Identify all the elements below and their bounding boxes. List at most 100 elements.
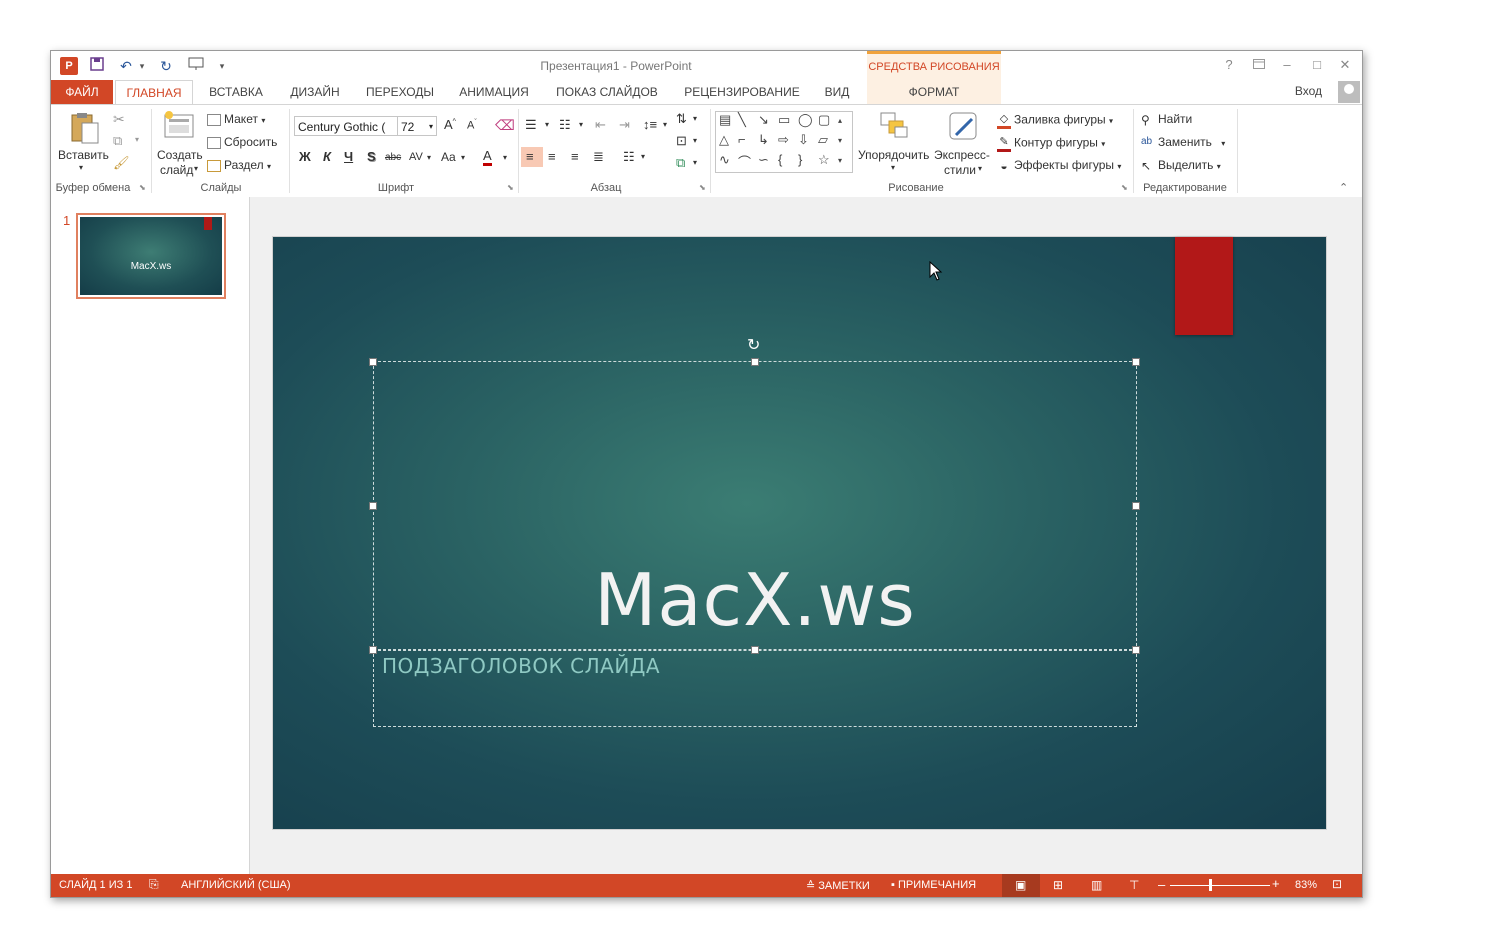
title-placeholder[interactable]: MacX.ws — [373, 361, 1137, 651]
line-spacing-icon[interactable]: ↕≡ — [643, 117, 657, 132]
text-direction-dropdown-icon[interactable]: ▾ — [693, 114, 697, 123]
slide-thumbnail[interactable]: MacX.ws — [76, 213, 226, 299]
tab-design[interactable]: ДИЗАЙН — [279, 80, 351, 104]
align-text-icon[interactable]: ⊡ — [676, 133, 687, 149]
slide-title[interactable]: MacX.ws — [374, 558, 1136, 642]
font-family-box[interactable]: Century Gothic ( — [294, 116, 398, 136]
align-right-icon[interactable]: ≡ — [571, 149, 579, 164]
slide-sorter-view-button[interactable]: ⊞ — [1040, 874, 1078, 897]
copy-dropdown-icon[interactable]: ▾ — [135, 135, 139, 144]
freeform-shape-icon[interactable]: ∿ — [719, 152, 730, 168]
resize-handle[interactable] — [751, 646, 759, 654]
tab-home[interactable]: ГЛАВНАЯ — [115, 80, 193, 105]
smartart-icon[interactable]: ⧉ — [676, 155, 685, 171]
shape-effects-button[interactable]: ◒ Эффекты фигуры ▾ — [997, 158, 1121, 173]
comments-button[interactable]: ▪ ПРИМЕЧАНИЯ — [891, 879, 976, 891]
slideshow-view-button[interactable]: ⊤ — [1116, 874, 1154, 897]
rounded-rect-shape-icon[interactable]: ▢ — [818, 112, 830, 128]
font-color-dropdown-icon[interactable]: ▾ — [503, 153, 507, 162]
slide-subtitle[interactable]: ПОДЗАГОЛОВОК СЛАЙДА — [382, 654, 660, 678]
spellcheck-icon[interactable]: ⎘ — [149, 877, 159, 892]
down-arrow-shape-icon[interactable]: ⇩ — [798, 132, 809, 148]
paragraph-dialog-launcher-icon[interactable]: ⬊ — [699, 183, 706, 192]
format-painter-icon[interactable]: 🖌 — [113, 155, 130, 171]
zoom-level[interactable]: 83% — [1295, 879, 1317, 891]
arrange-button[interactable]: Упорядочить — [858, 148, 929, 162]
shapes-scroll-up-icon[interactable]: ▴ — [838, 116, 842, 125]
drawing-dialog-launcher-icon[interactable]: ⬊ — [1121, 183, 1128, 192]
copy-icon[interactable]: ⧉ — [113, 133, 122, 149]
arrange-dropdown-icon[interactable]: ▾ — [891, 163, 895, 172]
help-button[interactable]: ? — [1219, 57, 1239, 72]
line-shape-icon[interactable]: ╲ — [738, 112, 746, 128]
paste-dropdown-icon[interactable]: ▾ — [79, 163, 83, 172]
arc-shape-icon[interactable]: ⌒ — [738, 152, 751, 171]
quick-styles-icon[interactable] — [948, 111, 980, 143]
clear-formatting-icon[interactable]: ⌫ — [495, 117, 515, 134]
new-slide-icon[interactable] — [163, 111, 195, 143]
resize-handle[interactable] — [369, 646, 377, 654]
zoom-out-icon[interactable]: – — [1158, 877, 1165, 892]
tab-review[interactable]: РЕЦЕНЗИРОВАНИЕ — [675, 80, 809, 104]
zoom-slider-thumb[interactable] — [1209, 879, 1212, 891]
right-arrow-shape-icon[interactable]: ⇨ — [778, 132, 789, 148]
rotate-handle-icon[interactable]: ↻ — [747, 335, 760, 355]
line-spacing-dropdown-icon[interactable]: ▾ — [663, 120, 667, 129]
change-case-dropdown-icon[interactable]: ▾ — [461, 153, 465, 162]
bullets-dropdown-icon[interactable]: ▾ — [545, 120, 549, 129]
tab-animations[interactable]: АНИМАЦИЯ — [449, 80, 539, 104]
avatar[interactable] — [1338, 81, 1360, 103]
find-button[interactable]: ⚲ Найти — [1141, 112, 1192, 127]
close-icon[interactable]: ✕ — [1335, 57, 1355, 73]
decrease-indent-icon[interactable]: ⇤ — [595, 117, 606, 133]
ribbon-display-options-icon[interactable] — [1249, 57, 1269, 72]
align-text-dropdown-icon[interactable]: ▾ — [693, 136, 697, 145]
elbow-connector-shape-icon[interactable]: ⌐ — [738, 132, 746, 147]
sign-in-link[interactable]: Вход — [1295, 84, 1322, 98]
tab-file[interactable]: ФАЙЛ — [51, 80, 113, 104]
rectangle-shape-icon[interactable]: ▭ — [778, 112, 790, 128]
underline-button[interactable]: Ч — [344, 149, 353, 164]
clipboard-dialog-launcher-icon[interactable]: ⬊ — [139, 183, 146, 192]
right-brace-shape-icon[interactable]: } — [798, 152, 802, 167]
language-indicator[interactable]: АНГЛИЙСКИЙ (США) — [181, 879, 291, 891]
grow-font-icon[interactable]: A^ — [444, 117, 456, 132]
quick-styles-label-2[interactable]: стили — [944, 163, 976, 177]
left-brace-shape-icon[interactable]: { — [778, 152, 782, 167]
tab-format[interactable]: ФОРМАТ — [867, 80, 1001, 104]
columns-icon[interactable]: ☷ — [623, 149, 635, 165]
star-shape-icon[interactable]: ☆ — [818, 152, 830, 168]
text-direction-icon[interactable]: ⇅ — [676, 111, 687, 127]
align-left-button[interactable]: ≡ — [521, 147, 543, 167]
font-size-box[interactable]: 72 ▾ — [397, 116, 437, 136]
section-button[interactable]: Раздел ▾ — [207, 158, 271, 172]
oval-shape-icon[interactable]: ◯ — [798, 112, 813, 128]
shape-outline-button[interactable]: ✎ Контур фигуры ▾ — [997, 135, 1105, 152]
text-shadow-button[interactable]: S — [367, 149, 376, 164]
shapes-gallery[interactable]: ▤ ╲ ↘ ▭ ◯ ▢ △ ⌐ ↳ ⇨ ⇩ ▱ ∿ ⌒ ∽ { } ☆ ▴ ▾ … — [715, 111, 853, 173]
notes-button[interactable]: ≙ ЗАМЕТКИ — [806, 879, 870, 892]
shapes-scroll-down-icon[interactable]: ▾ — [838, 136, 842, 145]
paste-button[interactable]: Вставить — [58, 148, 109, 162]
tab-transitions[interactable]: ПЕРЕХОДЫ — [357, 80, 443, 104]
maximize-icon[interactable]: □ — [1307, 57, 1327, 72]
change-case-button[interactable]: Aa — [441, 150, 456, 164]
new-slide-label-1[interactable]: Создать — [157, 148, 203, 162]
new-slide-dropdown-icon[interactable]: ▾ — [194, 164, 198, 173]
subtitle-placeholder[interactable]: ПОДЗАГОЛОВОК СЛАЙДА — [373, 649, 1137, 727]
paste-icon[interactable] — [69, 111, 101, 144]
tab-insert[interactable]: ВСТАВКА — [199, 80, 273, 104]
quick-styles-dropdown-icon[interactable]: ▾ — [978, 164, 982, 173]
callout-shape-icon[interactable]: ▱ — [818, 132, 828, 148]
elbow-arrow-shape-icon[interactable]: ↳ — [758, 132, 769, 148]
tab-view[interactable]: ВИД — [815, 80, 859, 104]
minimize-icon[interactable]: – — [1277, 57, 1297, 72]
resize-handle[interactable] — [751, 358, 759, 366]
normal-view-button[interactable]: ▣ — [1002, 874, 1040, 897]
resize-handle[interactable] — [369, 502, 377, 510]
smartart-dropdown-icon[interactable]: ▾ — [693, 158, 697, 167]
strikethrough-button[interactable]: abc — [385, 152, 401, 163]
numbering-icon[interactable]: ☷ — [559, 117, 571, 133]
zoom-slider-track[interactable] — [1170, 885, 1270, 886]
bold-button[interactable]: Ж — [299, 149, 311, 164]
